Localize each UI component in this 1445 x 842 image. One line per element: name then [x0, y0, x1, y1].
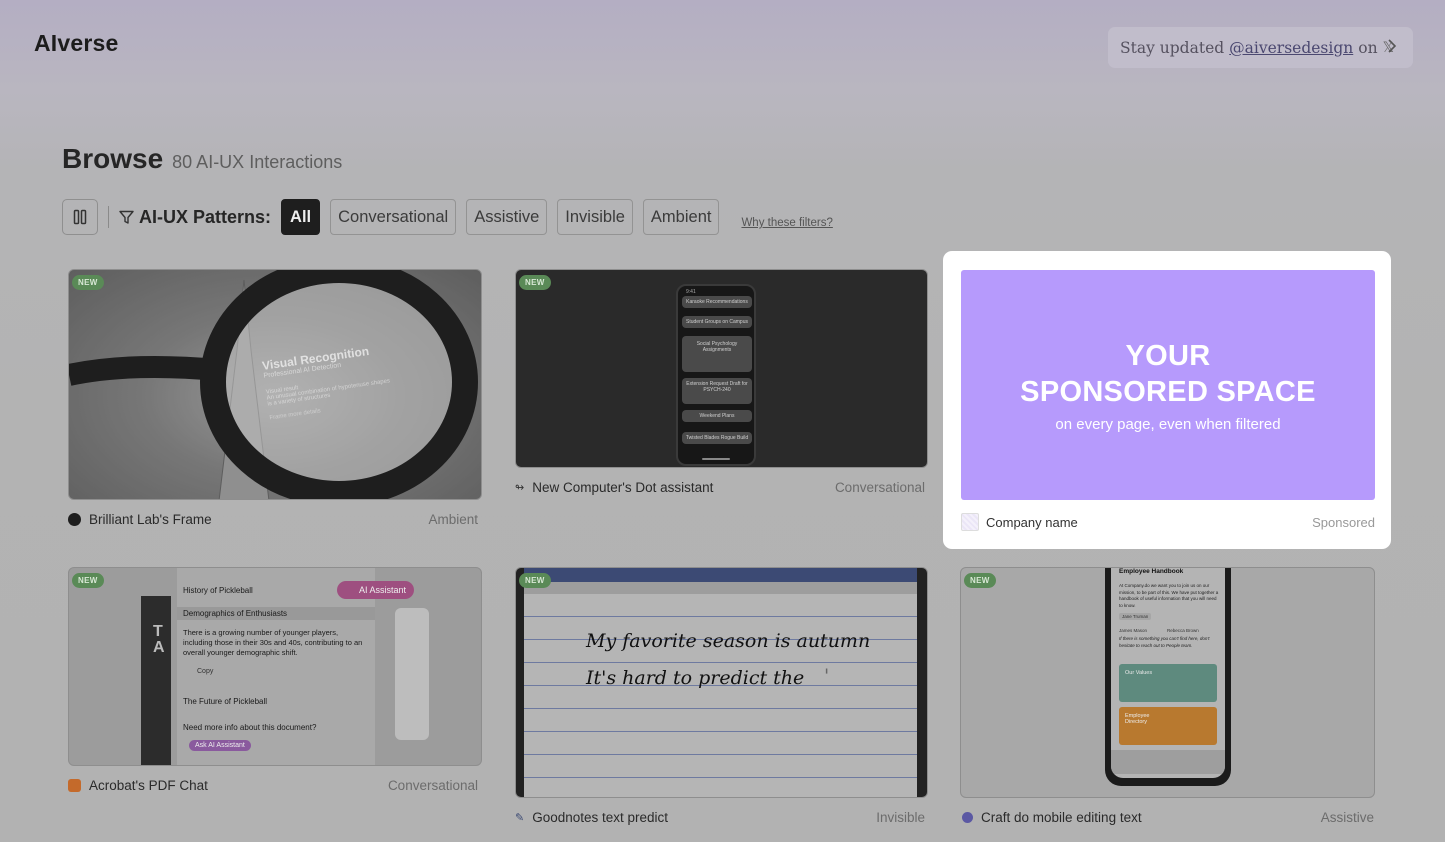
columns-icon	[73, 209, 87, 225]
card-category: Assistive	[1320, 810, 1374, 825]
card-thumbnail[interactable]: My favorite season is autumn It's hard t…	[515, 567, 928, 798]
page-title: Browse	[62, 143, 164, 174]
phone-mockup: 9:41 Karaoke Recommendations Student Gro…	[676, 284, 756, 466]
new-badge: NEW	[964, 573, 996, 588]
sponsor-subtext: on every page, even when filtered	[1055, 415, 1281, 433]
home-indicator	[702, 458, 730, 460]
goodnotes-logo-icon: ✎	[515, 812, 525, 824]
twitter-handle-link[interactable]: @aiversedesign	[1229, 39, 1353, 57]
lined-paper: My favorite season is autumn It's hard t…	[524, 594, 917, 797]
section-heading-active: Demographics of Enthusiasts	[177, 607, 375, 620]
funnel-icon	[119, 210, 134, 224]
new-badge: NEW	[519, 573, 551, 588]
new-badge: NEW	[72, 275, 104, 290]
values-card-title: Our Values	[1125, 670, 1153, 676]
stay-updated-suffix: on	[1358, 38, 1378, 57]
new-badge: NEW	[72, 573, 104, 588]
mention-tag: Rebecca Brown	[1167, 628, 1199, 633]
app-toolbar	[524, 568, 917, 582]
answer-text: There is a growing number of younger pla…	[183, 628, 363, 657]
acrobat-logo-icon	[68, 779, 81, 792]
interactions-count: 80 AI-UX Interactions	[172, 152, 343, 172]
filter-chip-all[interactable]: All	[281, 199, 321, 235]
tool-rail	[395, 608, 429, 740]
doc-body: At Company.do we want you to join us on …	[1119, 583, 1219, 608]
browse-heading: Browse 80 AI-UX Interactions	[62, 143, 342, 175]
phone-mockup: Employee Handbook At Company.do we want …	[1105, 568, 1231, 786]
sponsored-card[interactable]: YOUR SPONSORED SPACE on every page, even…	[943, 251, 1391, 549]
card-thumbnail[interactable]: 9:41 Karaoke Recommendations Student Gro…	[515, 269, 928, 468]
sponsor-headline-1: YOUR	[1125, 339, 1211, 372]
pdf-page: TA	[141, 596, 171, 765]
sponsored-banner[interactable]: YOUR SPONSORED SPACE on every page, even…	[961, 270, 1375, 500]
pen-toolbar	[524, 582, 917, 594]
card-category: Conversational	[834, 480, 925, 495]
directory-card: Employee Directory	[1119, 707, 1217, 745]
doc-title: Employee Handbook	[1119, 568, 1184, 575]
company-logo-placeholder-icon	[961, 513, 979, 531]
filter-chip-assistive[interactable]: Assistive	[466, 199, 548, 235]
list-item: Twisted Blades Rogue Build	[682, 432, 752, 444]
card-category: Invisible	[876, 810, 925, 825]
card-thumbnail[interactable]: TA History of Pickleball Demographics of…	[68, 567, 482, 766]
predicted-text: '	[824, 665, 830, 687]
values-card: Our Values	[1119, 664, 1217, 702]
stay-updated-banner[interactable]: Stay updated @aiversedesign on 𝕏	[1108, 27, 1413, 68]
card-title[interactable]: New Computer's Dot assistant	[532, 480, 713, 495]
directory-card-title: Employee Directory	[1125, 713, 1150, 725]
phone-time: 9:41	[686, 289, 696, 295]
doc-body-2: If there is something you can't find her…	[1119, 636, 1210, 648]
stay-updated-prefix: Stay updated	[1120, 38, 1225, 57]
craft-logo-icon	[962, 812, 973, 823]
filter-chip-ambient[interactable]: Ambient	[642, 199, 720, 235]
handwriting-line-1: My favorite season is autumn	[586, 630, 871, 652]
brilliant-labs-logo-icon	[68, 513, 81, 526]
handwriting-line-2: It's hard to predict the	[586, 667, 805, 689]
company-name: Company name	[986, 514, 1078, 530]
mention-tag: Jane Truman	[1119, 613, 1152, 620]
filter-divider	[108, 206, 109, 228]
brand-logo[interactable]: AIverse	[34, 30, 119, 57]
phone-screen: Employee Handbook At Company.do we want …	[1111, 568, 1225, 778]
card-title[interactable]: Craft do mobile editing text	[981, 810, 1142, 825]
section-heading: History of Pickleball	[183, 586, 253, 595]
ai-assistant-pill: AI Assistant	[337, 581, 415, 599]
prompt-text: Need more info about this document?	[183, 723, 317, 732]
list-item: Social Psychology Assignments	[682, 336, 752, 372]
layout-toggle-button[interactable]	[62, 199, 98, 235]
filter-label: AI-UX Patterns:	[119, 207, 271, 228]
card-meta: ↬ New Computer's Dot assistant Conversati…	[515, 480, 925, 495]
list-item: Extension Request Draft for PSYCH-240	[682, 378, 752, 404]
card-meta: Brilliant Lab's Frame Ambient	[68, 512, 478, 527]
card-thumbnail[interactable]: Visual Recognition Professional AI Detec…	[68, 269, 482, 500]
list-item: Student Groups on Campus	[682, 316, 752, 328]
card-title[interactable]: Goodnotes text predict	[532, 810, 668, 825]
section-heading: The Future of Pickleball	[183, 697, 268, 706]
card-title[interactable]: Brilliant Lab's Frame	[89, 512, 212, 527]
list-item: Karaoke Recommendations	[682, 296, 752, 308]
list-item: Weekend Plans	[682, 410, 752, 422]
filter-chip-invisible[interactable]: Invisible	[557, 199, 633, 235]
filter-chip-conversational[interactable]: Conversational	[330, 199, 457, 235]
card-meta: Acrobat's PDF Chat Conversational	[68, 778, 478, 793]
chevron-right-icon	[1388, 39, 1397, 53]
card-title[interactable]: Acrobat's PDF Chat	[89, 778, 208, 793]
sponsor-headline-2: SPONSORED SPACE	[1020, 375, 1316, 408]
mention-tag: James Mason	[1119, 628, 1148, 633]
card-thumbnail[interactable]: Employee Handbook At Company.do we want …	[960, 567, 1375, 798]
card-category: Ambient	[428, 512, 478, 527]
card-meta: ✎ Goodnotes text predict Invisible	[515, 810, 925, 825]
new-computer-logo-icon: ↬	[515, 482, 525, 494]
bottom-toolbar	[1111, 750, 1225, 774]
card-meta: Craft do mobile editing text Assistive	[962, 810, 1374, 825]
why-filters-link[interactable]: Why these filters?	[741, 217, 832, 229]
sponsor-meta: Company name Sponsored	[961, 513, 1375, 531]
sponsored-label: Sponsored	[1312, 514, 1375, 530]
new-badge: NEW	[519, 275, 551, 290]
ask-ai-assistant-button: Ask AI Assistant	[189, 740, 251, 751]
card-category: Conversational	[387, 778, 478, 793]
copy-link: Copy	[197, 668, 214, 675]
filter-bar: AI-UX Patterns: All Conversational Assis…	[62, 199, 833, 235]
filter-label-text: AI-UX Patterns:	[139, 206, 272, 227]
